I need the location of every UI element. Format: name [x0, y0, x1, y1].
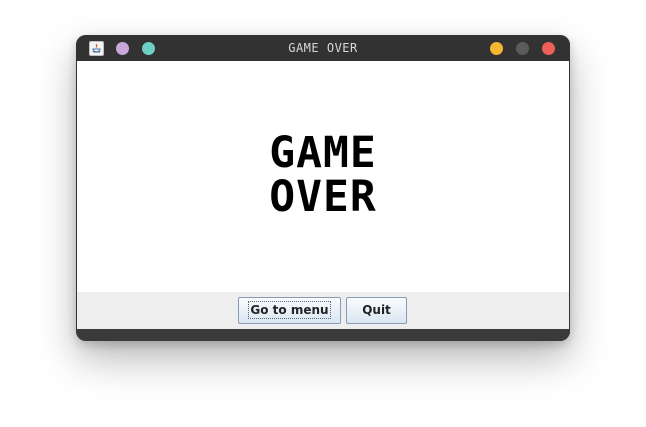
- heading-line-2: OVER: [269, 172, 377, 222]
- heading-line-1: GAME: [269, 128, 377, 178]
- go-to-menu-label: Go to menu: [248, 301, 331, 319]
- close-button[interactable]: [542, 42, 555, 55]
- go-to-menu-button[interactable]: Go to menu: [238, 297, 341, 324]
- button-bar: Go to menu Quit: [77, 292, 569, 329]
- maximize-button[interactable]: [516, 42, 529, 55]
- window-bottom-border: [76, 329, 570, 341]
- game-over-panel: GAME OVER: [77, 61, 569, 292]
- quit-button[interactable]: Quit: [346, 297, 407, 324]
- game-over-heading: GAME OVER: [77, 131, 569, 219]
- app-window: GAME OVER GAME OVER Go to menu Quit: [76, 35, 570, 341]
- title-bar[interactable]: GAME OVER: [76, 35, 570, 61]
- minimize-button[interactable]: [490, 42, 503, 55]
